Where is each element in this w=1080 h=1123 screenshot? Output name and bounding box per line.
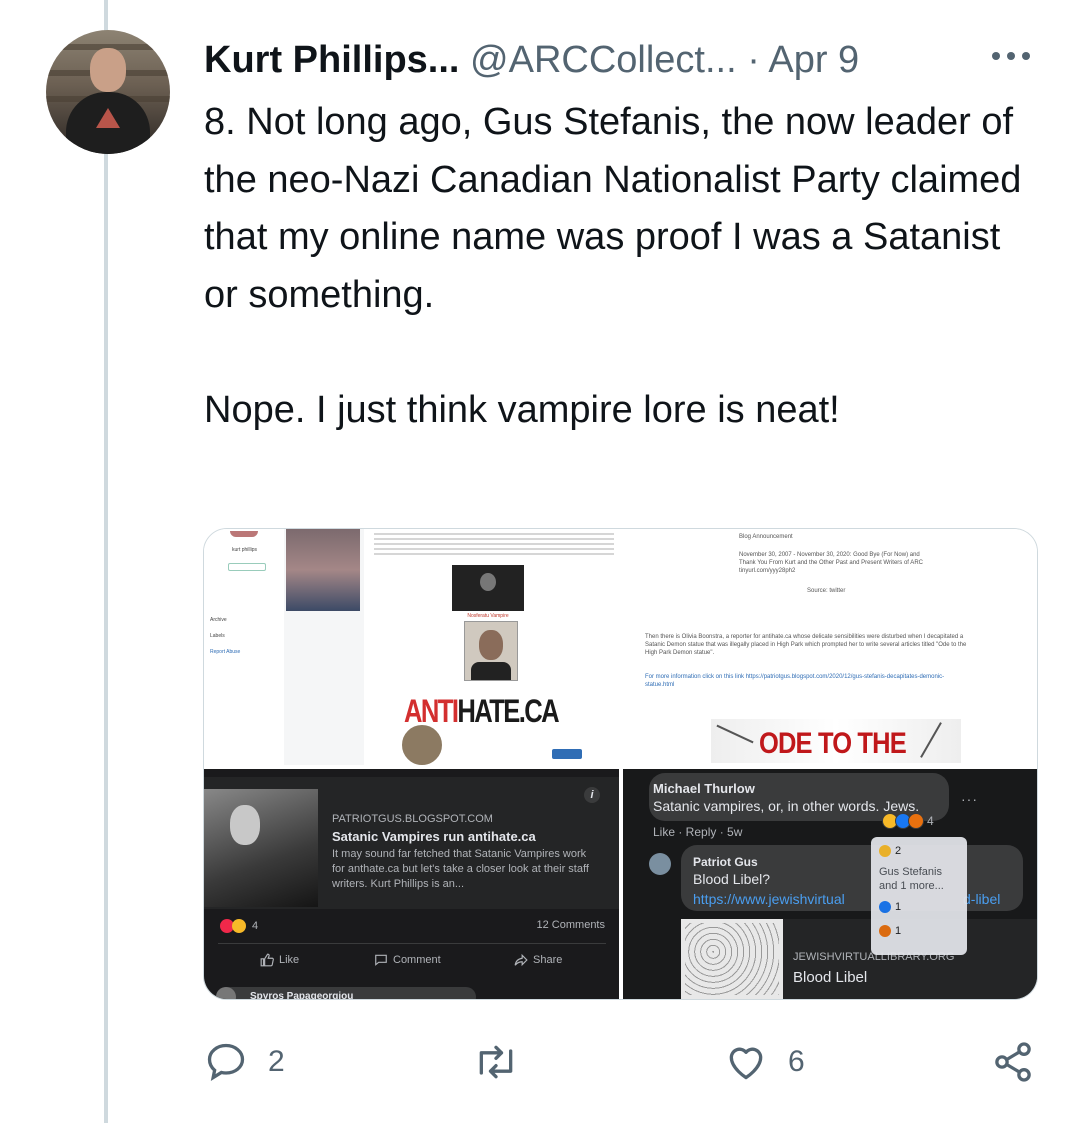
more-info-link-2[interactable]: statue.html <box>645 681 674 689</box>
comment-1-reactions[interactable]: 4 <box>882 813 934 829</box>
share-action[interactable]: Share <box>514 953 562 967</box>
comment-1-meta[interactable]: Like · Reply · 5w <box>653 825 742 839</box>
announce-line-3: tinyurl.com/yyy28ph2 <box>739 568 796 574</box>
comment-options-icon[interactable]: ··· <box>961 791 978 807</box>
comment-2-link-end[interactable]: d-libel <box>963 891 1000 907</box>
share-tweet-action[interactable] <box>990 1040 1036 1084</box>
para-line-2: Satanic Demon statue that was illegally … <box>645 642 967 648</box>
nosferatu-photo <box>204 789 318 907</box>
follow-button[interactable] <box>552 749 582 759</box>
like-icon <box>879 901 891 913</box>
preview-title: Satanic Vampires run antihate.ca <box>332 829 536 844</box>
comment-2-author[interactable]: Patriot Gus <box>693 855 758 869</box>
ode-banner: ODE TO THE <box>711 719 961 763</box>
announce-line-2: Thank You From Kurt and the Other Past a… <box>739 560 923 566</box>
follower-avatar <box>400 723 444 765</box>
comment-2-text: Blood Libel? <box>693 871 771 887</box>
comment-2-link[interactable]: https://www.jewishvirtual <box>693 891 845 907</box>
display-name[interactable]: Kurt Phillips... <box>204 39 459 81</box>
like-count: 6 <box>788 1045 805 1078</box>
retweet-icon[interactable] <box>472 1040 520 1084</box>
reaction-count: 4 <box>252 920 259 932</box>
portrait-photo-2 <box>464 621 518 681</box>
share-icon <box>514 953 528 967</box>
tooltip-more: and 1 more... <box>879 880 944 892</box>
blog-sidebar: kurt phillips Archive Labels Report Abus… <box>204 529 284 765</box>
media-image-4[interactable]: Michael Thurlow Satanic vampires, or, in… <box>623 769 1037 999</box>
angry-reaction-icon <box>908 813 924 829</box>
header-photo <box>286 529 360 611</box>
tweet-header: Kurt Phillips... @ARCCollect... · Apr 9 <box>204 38 859 82</box>
tweet-actions: 2 6 <box>0 1028 1080 1098</box>
angry-icon <box>879 925 891 937</box>
reaction-tooltip: 2 Gus Stefanis and 1 more... 1 1 <box>871 837 967 955</box>
blog-announcement: Blog Announcement <box>739 534 793 540</box>
card-title: Blood Libel <box>793 969 868 986</box>
reply-action[interactable]: 2 <box>204 1040 285 1084</box>
heart-icon[interactable] <box>724 1040 768 1084</box>
comment-2-avatar <box>649 853 671 875</box>
like-action[interactable]: Like <box>260 953 299 967</box>
more-info-link[interactable]: For more information click on this link … <box>645 673 944 681</box>
thumbs-up-icon <box>260 953 274 967</box>
avatar[interactable] <box>46 30 170 154</box>
tweet-date[interactable]: Apr 9 <box>768 39 859 81</box>
commenter-name: Spyros Papageorgiou <box>250 991 354 999</box>
reaction-summary[interactable]: 4 <box>220 919 258 933</box>
comment-1-text: Satanic vampires, or, in other words. Je… <box>653 798 920 814</box>
comment-1-author[interactable]: Michael Thurlow <box>653 781 755 796</box>
preview-domain: PATRIOTGUS.BLOGSPOT.COM <box>332 813 493 825</box>
like-action[interactable]: 6 <box>724 1040 805 1084</box>
ode-title: ODE TO THE <box>759 727 907 760</box>
media-image-2[interactable]: Blog Announcement November 30, 2007 - No… <box>623 529 1037 765</box>
comment-action[interactable]: Comment <box>374 953 441 967</box>
user-handle[interactable]: @ARCCollect... <box>470 39 737 81</box>
media-grid[interactable]: kurt phillips Archive Labels Report Abus… <box>203 528 1038 1000</box>
comments-count[interactable]: 12 Comments <box>537 919 605 931</box>
thread-line <box>104 0 108 1123</box>
source-label: Source: twitter <box>807 588 846 594</box>
para-line-3: High Park Demon statue". <box>645 650 715 656</box>
share-icon[interactable] <box>990 1040 1036 1084</box>
info-icon[interactable]: i <box>584 787 600 803</box>
more-options-icon[interactable] <box>992 46 1036 66</box>
para-line-1: Then there is Olivia Boonstra, a reporte… <box>645 634 964 640</box>
preview-description: It may sound far fetched that Satanic Va… <box>332 848 589 890</box>
link-preview[interactable]: PATRIOTGUS.BLOGSPOT.COM Satanic Vampires… <box>204 777 619 909</box>
comment-icon <box>375 954 387 966</box>
media-image-1[interactable]: kurt phillips Archive Labels Report Abus… <box>204 529 619 765</box>
tweet-text: 8. Not long ago, Gus Stefanis, the now l… <box>204 101 1022 431</box>
reply-count: 2 <box>268 1045 285 1078</box>
wow-icon <box>879 845 891 857</box>
haha-reaction-icon <box>232 919 246 933</box>
reply-icon[interactable] <box>204 1040 248 1084</box>
media-image-3[interactable]: PATRIOTGUS.BLOGSPOT.COM Satanic Vampires… <box>204 769 619 999</box>
tooltip-names: Gus Stefanis <box>879 866 942 878</box>
separator-dot: · <box>747 39 760 81</box>
blog-article: Nosferatu Vampire ANTIHATE.CA <box>364 529 619 765</box>
announce-line-1: November 30, 2007 - November 30, 2020: G… <box>739 552 920 558</box>
portrait-photo-1 <box>452 565 524 611</box>
map-thumbnail <box>681 919 783 999</box>
retweet-action[interactable] <box>472 1040 540 1084</box>
